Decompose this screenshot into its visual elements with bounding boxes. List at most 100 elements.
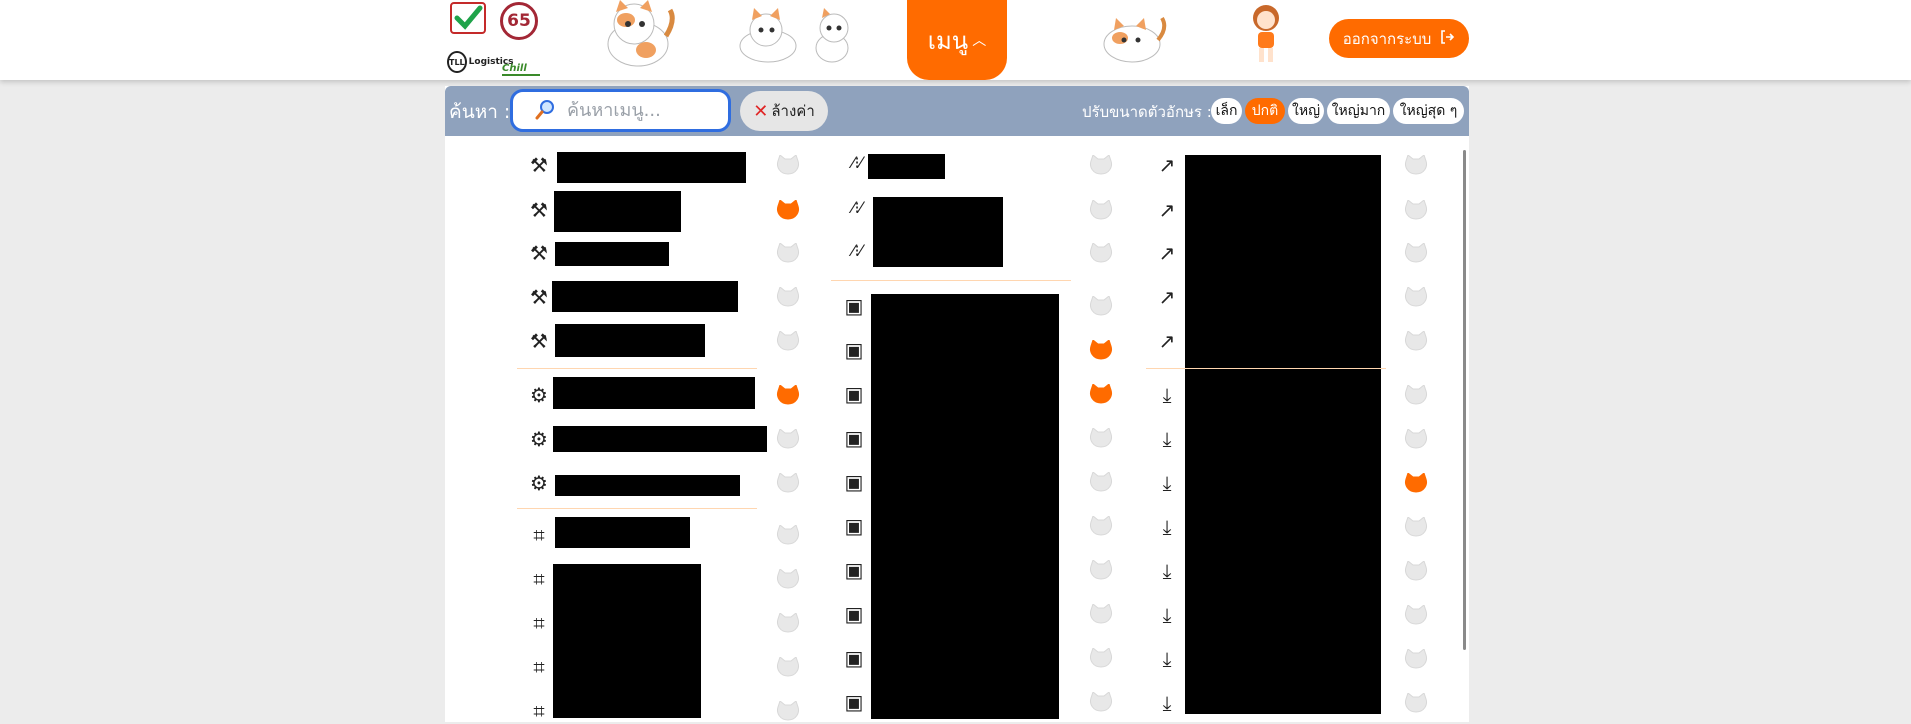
favorite-cat-icon[interactable] — [1403, 560, 1429, 584]
gear-shield-icon: ⚙ — [530, 383, 548, 407]
redacted-text — [868, 154, 945, 179]
favorite-cat-icon[interactable] — [1088, 295, 1114, 319]
external-link-icon: ↗ — [1158, 198, 1176, 222]
favorite-cat-icon[interactable] — [1403, 199, 1429, 223]
favorite-cat-icon[interactable] — [1403, 384, 1429, 408]
favorite-cat-icon[interactable] — [1403, 472, 1429, 496]
favorite-cat-icon[interactable] — [1088, 691, 1114, 715]
frame-icon: ⌗ — [533, 611, 545, 635]
favorite-cat-icon[interactable] — [775, 700, 801, 724]
favorite-cat-icon[interactable] — [1088, 339, 1114, 363]
redacted-text — [555, 517, 690, 548]
favorite-cat-icon[interactable] — [1403, 242, 1429, 266]
favorite-cat-icon[interactable] — [1088, 383, 1114, 407]
anniversary-65-logo: 65 — [500, 2, 538, 40]
font-size-small-button[interactable]: เล็ก — [1211, 98, 1242, 124]
favorite-cat-icon[interactable] — [1403, 428, 1429, 452]
chevron-up-icon: ︿ — [972, 33, 987, 49]
favorite-cat-icon[interactable] — [775, 286, 801, 310]
favorite-cat-icon[interactable] — [1403, 516, 1429, 540]
road-icon: ⁄⁝⁄ — [851, 241, 863, 260]
download-icon: ⤓ — [1162, 471, 1172, 495]
download-icon: ⤓ — [1162, 515, 1172, 539]
clear-label: ล้างค่า — [771, 102, 815, 120]
favorite-cat-icon[interactable] — [1088, 603, 1114, 627]
download-icon: ⤓ — [1162, 559, 1172, 583]
monitor-icon: ▣ — [844, 470, 864, 494]
favorite-cat-icon[interactable] — [1403, 692, 1429, 716]
redacted-text — [553, 426, 767, 452]
search-input[interactable] — [565, 99, 729, 122]
favorite-cat-icon[interactable] — [775, 612, 801, 636]
favorite-cat-icon[interactable] — [775, 656, 801, 680]
redacted-text — [557, 152, 746, 183]
favorite-cat-icon[interactable] — [775, 330, 801, 354]
favorite-cat-icon[interactable] — [1403, 648, 1429, 672]
external-link-icon: ↗ — [1158, 285, 1176, 309]
menu-label: เมนู — [927, 26, 969, 55]
frame-icon: ⌗ — [533, 655, 545, 679]
favorite-cat-icon[interactable] — [775, 384, 801, 408]
font-size-normal-button[interactable]: ปกติ — [1245, 98, 1285, 124]
favorite-cat-icon[interactable] — [775, 524, 801, 548]
tools-icon: ⚒ — [530, 241, 548, 265]
favorite-cat-icon[interactable] — [1088, 427, 1114, 451]
download-icon: ⤓ — [1162, 427, 1172, 451]
favorite-cat-icon[interactable] — [775, 199, 801, 223]
favorite-cat-icon[interactable] — [775, 242, 801, 266]
scrollbar[interactable] — [1463, 150, 1466, 650]
two-cats-illustration — [732, 6, 872, 72]
gear-shield-icon: ⚙ — [530, 471, 548, 495]
monitor-icon: ▣ — [844, 646, 864, 670]
menu-toggle-button[interactable]: เมนู ︿ — [907, 0, 1007, 80]
favorite-cat-icon[interactable] — [1088, 471, 1114, 495]
group-divider — [517, 368, 757, 369]
favorite-cat-icon[interactable] — [775, 154, 801, 178]
favorite-cat-icon[interactable] — [775, 428, 801, 452]
tll-mark: TLL — [447, 51, 467, 73]
favorite-cat-icon[interactable] — [1403, 286, 1429, 310]
redacted-text — [555, 475, 740, 496]
favorite-cat-icon[interactable] — [1088, 154, 1114, 178]
redacted-text — [555, 242, 669, 266]
monitor-icon: ▣ — [844, 382, 864, 406]
frame-icon: ⌗ — [533, 567, 545, 591]
round-cat-illustration — [1102, 14, 1168, 68]
favorite-cat-icon[interactable] — [1403, 604, 1429, 628]
frame-icon: ⌗ — [533, 699, 545, 723]
download-icon: ⤓ — [1162, 691, 1172, 715]
magnifier-icon — [535, 98, 557, 124]
monitor-icon: ▣ — [844, 338, 864, 362]
redacted-text — [553, 377, 755, 409]
favorite-cat-icon[interactable] — [1403, 154, 1429, 178]
monitor-icon: ▣ — [844, 602, 864, 626]
search-field[interactable] — [510, 89, 731, 132]
download-icon: ⤓ — [1162, 383, 1172, 407]
redacted-text — [1185, 155, 1381, 714]
favorite-cat-icon[interactable] — [775, 568, 801, 592]
favorite-cat-icon[interactable] — [1088, 647, 1114, 671]
download-icon: ⤓ — [1162, 603, 1172, 627]
frame-icon: ⌗ — [533, 523, 545, 547]
logout-button[interactable]: ออกจากระบบ — [1329, 19, 1469, 58]
monitor-icon: ▣ — [844, 294, 864, 318]
close-icon: ✕ — [753, 100, 769, 122]
monitor-icon: ▣ — [844, 558, 864, 582]
gear-shield-icon: ⚙ — [530, 427, 548, 451]
font-size-large-button[interactable]: ใหญ่ — [1288, 98, 1324, 124]
download-icon: ⤓ — [1162, 647, 1172, 671]
road-icon: ⁄⁝⁄ — [851, 198, 863, 217]
favorite-cat-icon[interactable] — [1403, 330, 1429, 354]
favorite-cat-icon[interactable] — [1088, 559, 1114, 583]
favorite-cat-icon[interactable] — [775, 472, 801, 496]
favorite-cat-icon[interactable] — [1088, 242, 1114, 266]
group-divider — [1146, 368, 1386, 369]
favorite-cat-icon[interactable] — [1088, 199, 1114, 223]
font-size-xlarge-button[interactable]: ใหญ่มาก — [1327, 98, 1390, 124]
search-label: ค้นหา : — [449, 101, 511, 123]
clear-button[interactable]: ✕ ล้างค่า — [740, 91, 828, 131]
favorite-cat-icon[interactable] — [1088, 515, 1114, 539]
font-size-xxlarge-button[interactable]: ใหญ่สุด ๆ — [1393, 98, 1464, 124]
chill-logo: Chill — [502, 46, 540, 76]
check-logo — [450, 2, 486, 40]
